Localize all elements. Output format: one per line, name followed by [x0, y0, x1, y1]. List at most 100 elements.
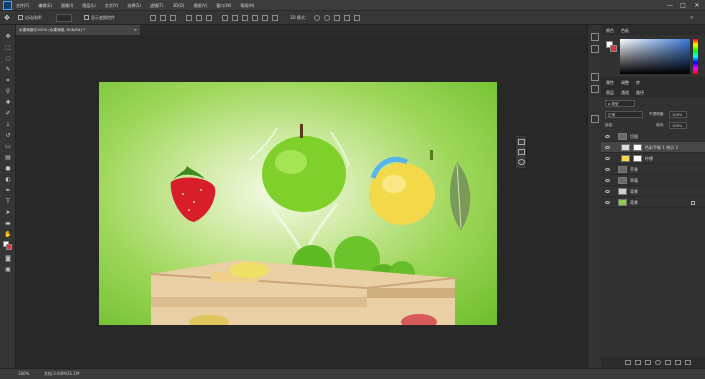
- hue-slider[interactable]: [693, 39, 698, 74]
- type-tool-icon[interactable]: T: [4, 198, 12, 206]
- background-color-swatch[interactable]: [6, 244, 12, 250]
- dodge-tool-icon[interactable]: ◐: [4, 176, 12, 184]
- align-bottom-icon[interactable]: [170, 15, 176, 21]
- hand-tool-icon[interactable]: ✋: [4, 231, 12, 239]
- add-mask-icon[interactable]: [645, 360, 651, 365]
- document-canvas[interactable]: [99, 82, 497, 325]
- 3d-drag-icon[interactable]: [334, 15, 340, 21]
- minimize-button[interactable]: —: [664, 0, 676, 11]
- brush-tool-icon[interactable]: ✐: [4, 110, 12, 118]
- tab-adjustments[interactable]: 调整: [621, 80, 629, 86]
- layer-row[interactable]: 草莓: [601, 175, 705, 186]
- 3d-roll-icon[interactable]: [324, 15, 330, 21]
- align-hcenter-icon[interactable]: [196, 15, 202, 21]
- auto-select-checkbox[interactable]: [18, 15, 23, 20]
- opacity-input[interactable]: 100%: [669, 111, 687, 118]
- align-vcenter-icon[interactable]: [160, 15, 166, 21]
- distribute-top-icon[interactable]: [222, 15, 228, 21]
- align-top-icon[interactable]: [150, 15, 156, 21]
- clone-stamp-icon[interactable]: ⊥: [4, 121, 12, 129]
- close-tab-icon[interactable]: ×: [134, 25, 137, 35]
- 3d-slide-icon[interactable]: [344, 15, 350, 21]
- layer-row[interactable]: 切图: [601, 131, 705, 142]
- menu-view[interactable]: 视图(V): [193, 0, 207, 11]
- new-group-icon[interactable]: [665, 360, 671, 365]
- menu-image[interactable]: 图像(I): [61, 0, 73, 11]
- menu-help[interactable]: 帮助(H): [240, 0, 254, 11]
- new-layer-icon[interactable]: [675, 360, 681, 365]
- adjustments-panel-icon[interactable]: [518, 159, 525, 165]
- distribute-vcenter-icon[interactable]: [232, 15, 238, 21]
- delete-layer-icon[interactable]: [685, 360, 691, 365]
- tab-channels[interactable]: 通道: [621, 90, 629, 96]
- fill-input[interactable]: 100%: [669, 122, 687, 129]
- blend-mode-dropdown[interactable]: 正常: [605, 111, 643, 118]
- 3d-rotate-icon[interactable]: [314, 15, 320, 21]
- align-left-icon[interactable]: [186, 15, 192, 21]
- visibility-eye-icon[interactable]: [605, 135, 610, 138]
- quick-select-icon[interactable]: ✎: [4, 66, 12, 74]
- move-tool-icon[interactable]: ✥: [4, 33, 12, 41]
- layer-row[interactable]: 苹果: [601, 164, 705, 175]
- link-layers-icon[interactable]: [625, 360, 631, 365]
- distribute-bottom-icon[interactable]: [242, 15, 248, 21]
- layer-style-icon[interactable]: [635, 360, 641, 365]
- eraser-tool-icon[interactable]: ▭: [4, 143, 12, 151]
- layers-panel-icon[interactable]: [591, 115, 599, 123]
- background-color-swatch[interactable]: [610, 45, 617, 52]
- distribute-right-icon[interactable]: [272, 15, 278, 21]
- layer-row[interactable]: 柠檬: [601, 153, 705, 164]
- crop-tool-icon[interactable]: ⌗: [4, 77, 12, 85]
- menu-select[interactable]: 选择(S): [127, 0, 141, 11]
- pen-tool-icon[interactable]: ✒: [4, 187, 12, 195]
- visibility-eye-icon[interactable]: [605, 157, 610, 160]
- history-panel-icon[interactable]: [518, 139, 525, 145]
- properties-panel-icon[interactable]: [591, 73, 599, 81]
- move-tool-icon[interactable]: ✥: [4, 14, 13, 22]
- document-tab[interactable]: 水果海报@100% (水果海报, RGB/8#) * ×: [16, 25, 140, 35]
- lasso-tool-icon[interactable]: ◌: [4, 55, 12, 63]
- color-picker-field[interactable]: [620, 39, 690, 74]
- align-right-icon[interactable]: [206, 15, 212, 21]
- zoom-level[interactable]: 100%: [18, 369, 29, 379]
- visibility-eye-icon[interactable]: [605, 201, 610, 204]
- menu-edit[interactable]: 编辑(E): [38, 0, 52, 11]
- tab-paths[interactable]: 路径: [636, 90, 644, 96]
- distribute-hcenter-icon[interactable]: [262, 15, 268, 21]
- show-transform-checkbox[interactable]: [84, 15, 89, 20]
- menu-window[interactable]: 窗口(W): [216, 0, 231, 11]
- visibility-eye-icon[interactable]: [605, 146, 610, 149]
- 3d-scale-icon[interactable]: [354, 15, 360, 21]
- adjustments-panel-icon[interactable]: [591, 85, 599, 93]
- quick-mask-icon[interactable]: ◙: [4, 255, 12, 263]
- screen-mode-icon[interactable]: ▣: [4, 266, 12, 274]
- search-icon[interactable]: ⌕: [690, 15, 696, 21]
- path-select-icon[interactable]: ➤: [4, 209, 12, 217]
- menu-filter[interactable]: 滤镜(T): [150, 0, 164, 11]
- maximize-button[interactable]: □: [677, 0, 689, 11]
- layer-row[interactable]: 背景: [601, 186, 705, 197]
- layer-row[interactable]: 色彩平衡 1 拷贝 3: [601, 142, 705, 153]
- color-panel-icon[interactable]: [591, 33, 599, 41]
- shape-tool-icon[interactable]: ▬: [4, 220, 12, 228]
- menu-type[interactable]: 文字(Y): [105, 0, 119, 11]
- eyedropper-icon[interactable]: ⚲: [4, 88, 12, 96]
- menu-layer[interactable]: 图层(L): [82, 0, 95, 11]
- menu-3d[interactable]: 3D(D): [173, 0, 185, 11]
- auto-select-dropdown[interactable]: 组: [56, 14, 72, 31]
- healing-brush-icon[interactable]: ✚: [4, 99, 12, 107]
- layer-filter-dropdown[interactable]: ρ 类型: [605, 100, 635, 107]
- history-brush-icon[interactable]: ↺: [4, 132, 12, 140]
- close-window-button[interactable]: ✕: [691, 0, 703, 11]
- visibility-eye-icon[interactable]: [605, 168, 610, 171]
- new-adjustment-icon[interactable]: [655, 360, 661, 365]
- tab-libraries[interactable]: 库: [636, 80, 640, 86]
- menu-file[interactable]: 文件(F): [16, 0, 29, 11]
- tab-layers[interactable]: 图层: [606, 90, 614, 96]
- tab-properties[interactable]: 属性: [606, 80, 614, 86]
- gradient-tool-icon[interactable]: ▤: [4, 154, 12, 162]
- rectangular-marquee-icon[interactable]: ⬚: [4, 44, 12, 52]
- layer-row[interactable]: 背景: [601, 197, 705, 208]
- visibility-eye-icon[interactable]: [605, 190, 610, 193]
- tab-swatches[interactable]: 色板: [621, 28, 629, 34]
